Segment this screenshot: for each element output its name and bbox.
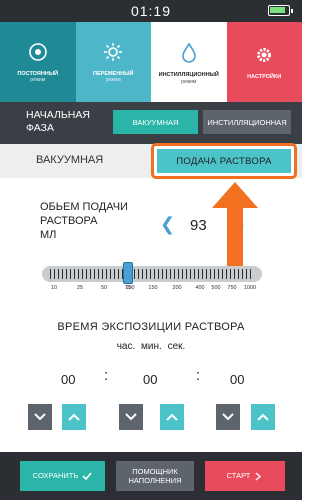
- initial-phase-row: НАЧАЛЬНАЯ ФАЗА ВАКУУМНАЯ ИНСТИЛЛЯЦИОННАЯ: [0, 102, 302, 144]
- mode-tiles: ПОСТОЯННЫЙ режим ПЕРЕМЕННЫЙ режим ИНСТИЛ…: [0, 22, 302, 102]
- mode-label: НАСТРОЙКИ: [247, 73, 282, 80]
- chevron-down-icon: [222, 413, 234, 421]
- status-bar: 01:19: [0, 0, 302, 22]
- bottom-action-bar: СОХРАНИТЬ ПОМОЩНИК НАПОЛНЕНИЯ СТАРТ: [0, 452, 302, 500]
- mode-label: ПЕРЕМЕННЫЙ: [93, 70, 134, 77]
- checkmark-icon: [82, 472, 92, 480]
- seconds-value: 00: [230, 372, 245, 387]
- arrow-right-icon: [255, 471, 262, 481]
- phase-instillation-button[interactable]: ИНСТИЛЛЯЦИОННАЯ: [203, 110, 291, 134]
- mode-sub: режим: [30, 77, 46, 84]
- slider-scale: 10 25 50 75 100 150 200 400 500 750 1000: [50, 285, 257, 291]
- chevron-up-icon: [68, 413, 80, 421]
- chevron-up-icon: [257, 413, 269, 421]
- chevron-down-icon: [125, 413, 137, 421]
- mode-tile-constant[interactable]: ПОСТОЯННЫЙ режим: [0, 22, 76, 102]
- start-label: СТАРТ: [226, 471, 251, 481]
- hours-decrease-button[interactable]: [28, 404, 52, 430]
- clock-time: 01:19: [130, 3, 172, 19]
- instillation-screen: 01:19 ПОСТОЯННЫЙ режим ПЕРЕМЕННЫЙ режим …: [0, 0, 302, 500]
- tab-solution-feed[interactable]: ПОДАЧА РАСТВОРА: [151, 143, 297, 179]
- save-button[interactable]: СОХРАНИТЬ: [20, 461, 105, 491]
- chevron-up-icon: [166, 413, 178, 421]
- slider-thumb[interactable]: [123, 262, 133, 284]
- mode-tile-instillation[interactable]: ИНСТИЛЛЯЦИОННЫЙ режим: [151, 22, 227, 102]
- exposure-units: час. мин. сек.: [116, 341, 186, 352]
- hours-increase-button[interactable]: [62, 404, 86, 430]
- time-separator: :: [104, 367, 109, 384]
- circle-target-icon: [27, 41, 49, 63]
- battery-icon: [268, 5, 293, 16]
- initial-phase-title: НАЧАЛЬНАЯ ФАЗА: [26, 109, 90, 134]
- start-button[interactable]: СТАРТ: [205, 461, 285, 491]
- mode-sub: режим: [181, 78, 197, 85]
- gear-icon: [253, 44, 275, 66]
- phase-vacuum-button[interactable]: ВАКУУМНАЯ: [113, 110, 198, 134]
- fill-assistant-button[interactable]: ПОМОЩНИК НАПОЛНЕНИЯ: [116, 461, 194, 491]
- tab-vacuum[interactable]: ВАКУУМНАЯ: [36, 154, 103, 166]
- minutes-decrease-button[interactable]: [119, 404, 143, 430]
- volume-slider[interactable]: [42, 262, 262, 284]
- save-label: СОХРАНИТЬ: [32, 471, 79, 481]
- drop-icon: [178, 42, 200, 64]
- mode-tile-variable[interactable]: ПЕРЕМЕННЫЙ режим: [75, 22, 151, 102]
- hours-value: 00: [61, 372, 76, 387]
- seconds-increase-button[interactable]: [251, 404, 275, 430]
- mode-tile-settings[interactable]: НАСТРОЙКИ: [226, 22, 302, 102]
- mode-label: ИНСТИЛЛЯЦИОННЫЙ: [158, 72, 219, 79]
- minutes-increase-button[interactable]: [160, 404, 184, 430]
- chevron-down-icon: [34, 413, 46, 421]
- minutes-value: 00: [143, 372, 158, 387]
- highlight-arrow-icon: [212, 182, 258, 270]
- tab-solution-feed-label: ПОДАЧА РАСТВОРА: [157, 149, 291, 173]
- time-separator: :: [196, 367, 201, 384]
- exposure-title: ВРЕМЯ ЭКСПОЗИЦИИ РАСТВОРА: [57, 321, 245, 333]
- seconds-decrease-button[interactable]: [216, 404, 240, 430]
- mode-label: ПОСТОЯННЫЙ: [17, 70, 59, 77]
- chevron-left-icon[interactable]: ❮: [160, 214, 175, 235]
- sun-gear-icon: [102, 41, 124, 63]
- mode-sub: режим: [105, 77, 121, 84]
- volume-label: ОБЬЕМ ПОДАЧИ РАСТВОРА МЛ: [40, 201, 128, 241]
- volume-value: 93: [190, 217, 207, 234]
